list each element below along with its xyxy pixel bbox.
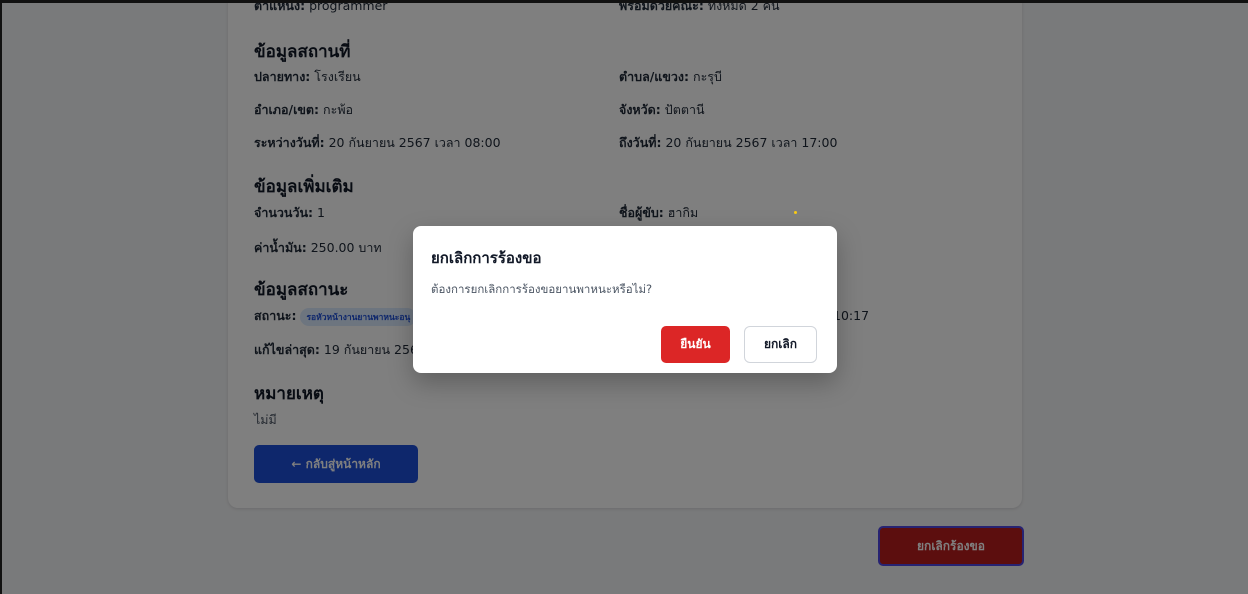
dialog-title: ยกเลิกการร้องขอ xyxy=(431,249,542,267)
confirm-button[interactable]: ยืนยัน xyxy=(661,326,730,363)
window-top-border xyxy=(0,0,1248,3)
dialog-cancel-button[interactable]: ยกเลิก xyxy=(744,326,817,363)
dialog-message: ต้องการยกเลิกการร้องขอยานพาหนะหรือไม่? xyxy=(431,282,653,296)
cancel-confirm-dialog: ยกเลิกการร้องขอ ต้องการยกเลิกการร้องขอยา… xyxy=(413,226,837,373)
window-left-border xyxy=(0,0,2,594)
cursor-dot xyxy=(794,211,797,214)
